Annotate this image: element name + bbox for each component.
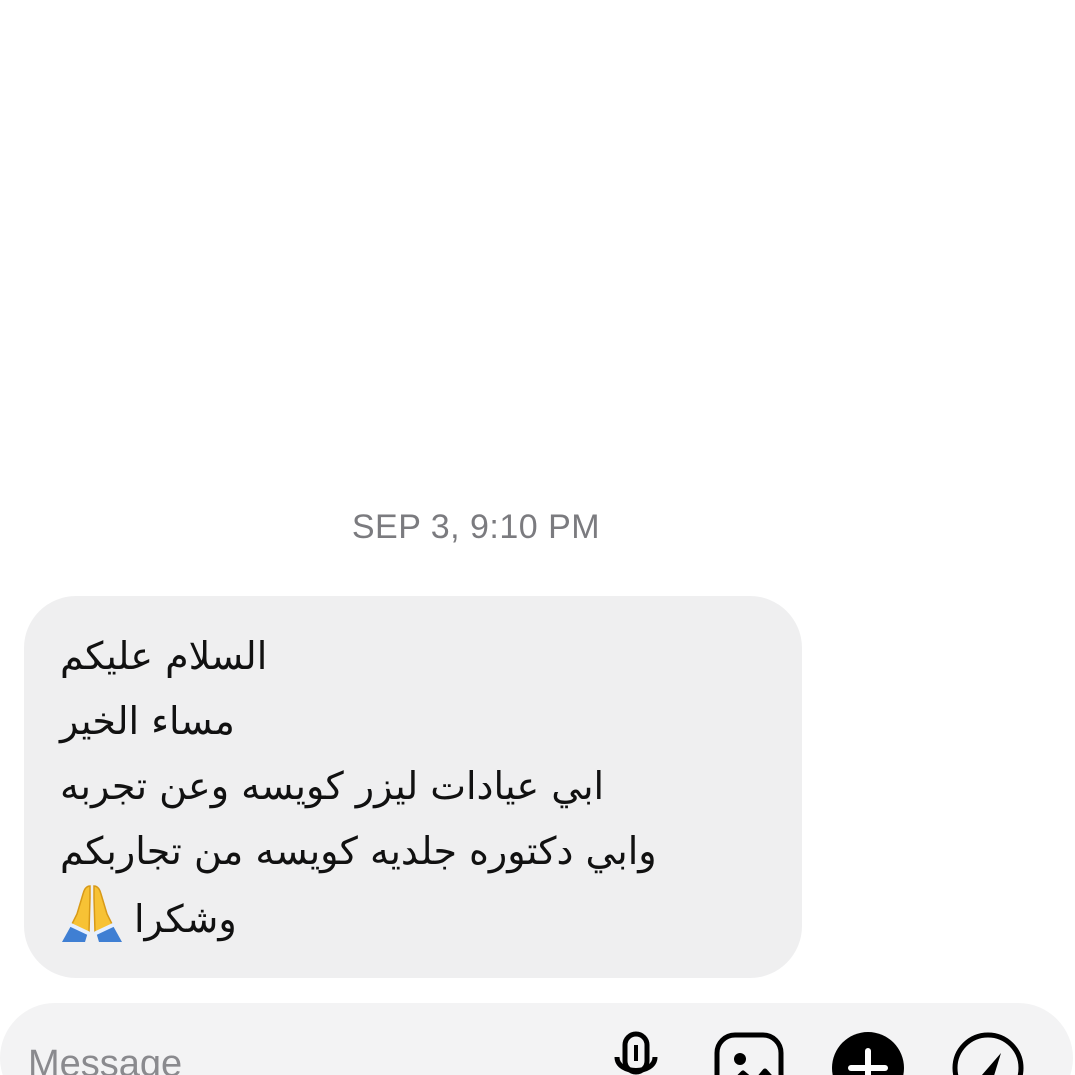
message-text: السلام عليكم مساء الخير ابي عيادات ليزر … xyxy=(60,624,752,962)
message-line-text: وشكرا xyxy=(134,897,237,941)
message-line: وشكرا xyxy=(60,884,752,962)
message-composer[interactable]: Message xyxy=(0,1003,1073,1075)
gallery-button[interactable] xyxy=(711,1031,787,1075)
message-timestamp: SEP 3, 9:10 PM xyxy=(351,508,601,546)
chat-screen: SEP 3, 9:10 PM السلام عليكم مساء الخير ا… xyxy=(0,0,1075,1075)
sticker-icon xyxy=(951,1031,1025,1075)
sticker-button[interactable] xyxy=(950,1031,1026,1075)
plus-icon xyxy=(831,1031,905,1075)
message-line: السلام عليكم xyxy=(60,634,268,678)
folded-hands-icon xyxy=(60,884,124,962)
gallery-icon xyxy=(713,1031,785,1075)
microphone-button[interactable] xyxy=(598,1031,674,1075)
message-line: وابي دكتوره جلديه كويسه من تجاربكم xyxy=(60,829,657,873)
add-button[interactable] xyxy=(830,1031,906,1075)
microphone-icon xyxy=(606,1031,666,1075)
message-line: ابي عيادات ليزر كويسه وعن تجربه xyxy=(60,764,605,808)
message-line: مساء الخير xyxy=(60,699,235,743)
message-input[interactable]: Message xyxy=(28,1043,182,1075)
received-message-bubble[interactable]: السلام عليكم مساء الخير ابي عيادات ليزر … xyxy=(24,596,802,978)
